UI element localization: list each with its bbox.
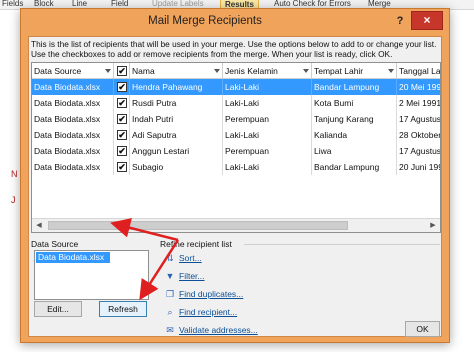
column-header-label: Tempat Lahir (314, 66, 364, 76)
dialog-titlebar[interactable]: Mail Merge Recipients ? × (21, 9, 449, 35)
recipient-grid[interactable]: Data Source ✔ Nama Jenis Kelamin Tempat … (31, 62, 441, 233)
column-header-tempat-lahir[interactable]: Tempat Lahir (312, 63, 397, 79)
refine-divider (244, 244, 440, 245)
cell-check: ✔ (114, 95, 130, 111)
cell-nama: Subagio (130, 159, 223, 175)
close-button[interactable]: × (411, 11, 443, 30)
cell-data-source: Data Biodata.xlsx (32, 111, 114, 127)
cell-nama: Indah Putri (130, 111, 223, 127)
column-header-jenis-kelamin[interactable]: Jenis Kelamin (223, 63, 312, 79)
column-header-nama[interactable]: Nama (130, 63, 223, 79)
dialog-title: Mail Merge Recipients (148, 15, 262, 27)
cell-jenis-kelamin: Perempuan (223, 111, 312, 127)
cell-check: ✔ (114, 159, 130, 175)
cell-nama: Hendra Pahawang (130, 79, 223, 95)
column-header-data-source[interactable]: Data Source (32, 63, 114, 79)
horizontal-scrollbar[interactable]: ◀ ▶ (32, 218, 440, 232)
cell-tanggal-lahir: 20 Juni 1997 (399, 162, 440, 172)
include-checkbox[interactable]: ✔ (117, 82, 127, 92)
recipient-row[interactable]: Data Biodata.xlsx ✔ Indah Putri Perempua… (32, 111, 440, 127)
grid-header-row: Data Source ✔ Nama Jenis Kelamin Tempat … (32, 63, 440, 79)
scrollbar-thumb[interactable] (48, 221, 348, 230)
scroll-right-icon[interactable]: ▶ (426, 219, 440, 232)
doc-text-mark: N (11, 169, 18, 179)
data-source-label: Data Source (31, 239, 79, 249)
dialog-body: This is the list of recipients that will… (28, 36, 442, 337)
recipient-row[interactable]: Data Biodata.xlsx ✔ Rusdi Putra Laki-Lak… (32, 95, 440, 111)
scroll-left-icon[interactable]: ◀ (32, 219, 46, 232)
include-checkbox[interactable]: ✔ (117, 114, 127, 124)
cell-check: ✔ (114, 111, 130, 127)
column-header-label: Data Source (34, 66, 82, 76)
validate-icon: ✉ (166, 325, 174, 335)
cell-tempat-lahir: Kota Bumi (312, 95, 397, 111)
find-duplicates-link-label[interactable]: Find duplicates... (179, 288, 243, 300)
ok-button[interactable]: OK (405, 321, 440, 337)
cell-check: ✔ (114, 79, 130, 95)
cell-tanggal-lahir: 28 Oktober 199 (399, 130, 441, 140)
dropdown-arrow-icon[interactable] (105, 69, 111, 73)
recipient-row[interactable]: Data Biodata.xlsx ✔ Subagio Laki-Laki Ba… (32, 159, 440, 175)
cell-data-source: Data Biodata.xlsx (32, 143, 114, 159)
instructions-text: This is the list of recipients that will… (31, 39, 437, 59)
cell-check: ✔ (114, 143, 130, 159)
dropdown-arrow-icon[interactable] (303, 69, 309, 73)
dropdown-arrow-icon[interactable] (214, 69, 220, 73)
cell-nama: Adi Saputra (130, 127, 223, 143)
cell-tempat-lahir: Liwa (312, 143, 397, 159)
recipient-row[interactable]: Data Biodata.xlsx ✔ Adi Saputra Laki-Lak… (32, 127, 440, 143)
mail-merge-recipients-dialog: Mail Merge Recipients ? × This is the li… (20, 8, 450, 343)
cell-tempat-lahir: Bandar Lampung (312, 79, 397, 95)
include-checkbox[interactable]: ✔ (117, 162, 127, 172)
filter-icon: ▼ (165, 271, 175, 281)
column-header-label: Tanggal Lahir (399, 66, 441, 76)
validate-addresses-link-label[interactable]: Validate addresses... (179, 324, 258, 336)
cell-data-source: Data Biodata.xlsx (32, 159, 114, 175)
dropdown-arrow-icon[interactable] (388, 69, 394, 73)
filter-link-label[interactable]: Filter... (179, 270, 205, 282)
cell-nama: Rusdi Putra (130, 95, 223, 111)
column-header-tanggal-lahir[interactable]: Tanggal Lahir (397, 63, 441, 79)
recipient-row[interactable]: Data Biodata.xlsx ✔ Anggun Lestari Perem… (32, 143, 440, 159)
cell-tempat-lahir: Kalianda (312, 127, 397, 143)
cell-nama: Anggun Lestari (130, 143, 223, 159)
select-all-checkbox[interactable]: ✔ (117, 66, 127, 76)
find-recipient-icon: ⌕ (167, 307, 173, 317)
include-checkbox[interactable]: ✔ (117, 130, 127, 140)
help-button[interactable]: ? (393, 14, 407, 28)
refresh-button[interactable]: Refresh (99, 301, 147, 317)
cell-jenis-kelamin: Laki-Laki (223, 95, 312, 111)
cell-jenis-kelamin: Perempuan (223, 143, 312, 159)
cell-data-source: Data Biodata.xlsx (32, 95, 114, 111)
cell-tanggal-lahir: 2 Mei 1991 (399, 98, 441, 108)
cell-jenis-kelamin: Laki-Laki (223, 127, 312, 143)
recipient-row[interactable]: Data Biodata.xlsx ✔ Hendra Pahawang Laki… (32, 79, 440, 95)
cell-check: ✔ (114, 127, 130, 143)
duplicates-icon: ❐ (165, 289, 175, 299)
cell-tanggal-lahir: 20 Mei 1996 (397, 79, 440, 95)
column-header-label: Jenis Kelamin (225, 66, 278, 76)
cell-jenis-kelamin: Laki-Laki (223, 79, 312, 95)
cell-tanggal-lahir: 17 Agustus 199 (399, 114, 441, 124)
cell-tanggal-lahir: 17 Agustus 199 (399, 146, 441, 156)
cell-data-source: Data Biodata.xlsx (32, 127, 114, 143)
cell-data-source: Data Biodata.xlsx (32, 79, 114, 95)
refine-recipient-list-label: Refine recipient list (160, 239, 232, 249)
cell-jenis-kelamin: Laki-Laki (223, 159, 312, 175)
cell-tempat-lahir: Tanjung Karang (312, 111, 397, 127)
find-recipient-link-label[interactable]: Find recipient... (179, 306, 237, 318)
include-checkbox[interactable]: ✔ (117, 146, 127, 156)
sort-link-label[interactable]: Sort... (179, 252, 202, 264)
cell-tempat-lahir: Bandar Lampung (312, 159, 397, 175)
column-header-label: Nama (132, 66, 155, 76)
sort-icon: ⇅ (166, 253, 174, 263)
edit-button[interactable]: Edit... (34, 301, 82, 317)
data-source-item[interactable]: Data Biodata.xlsx (36, 252, 110, 263)
doc-text-mark: J (11, 195, 16, 205)
data-source-list[interactable]: Data Biodata.xlsx (34, 250, 149, 300)
include-checkbox[interactable]: ✔ (117, 98, 127, 108)
column-header-check[interactable]: ✔ (114, 63, 130, 79)
